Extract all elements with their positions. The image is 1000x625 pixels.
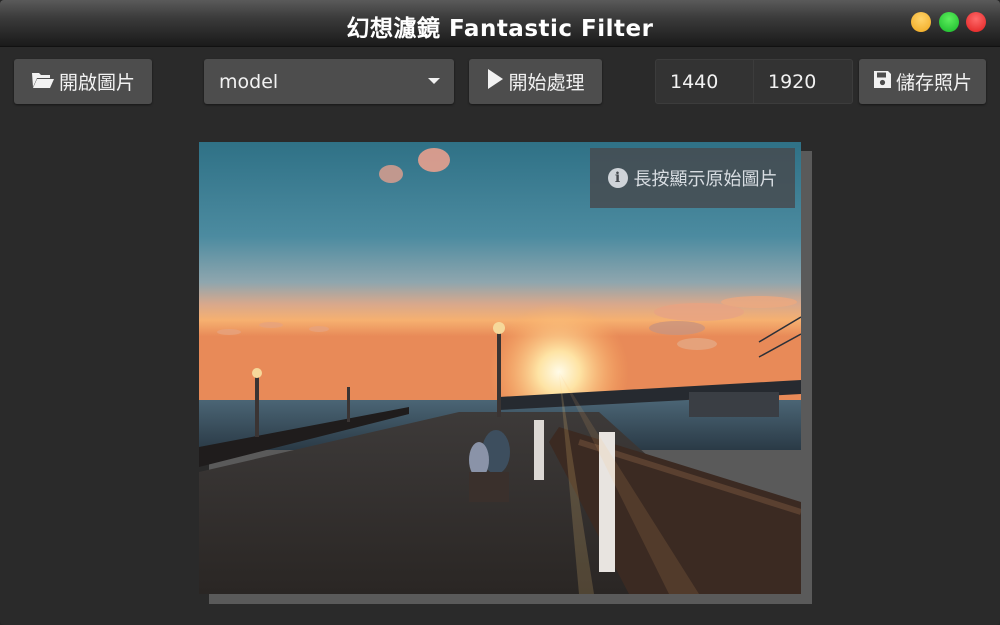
long-press-hint-text: 長按顯示原始圖片 bbox=[633, 169, 778, 190]
window-title: 幻想濾鏡 Fantastic Filter bbox=[346, 16, 654, 42]
height-value: 1920 bbox=[768, 70, 817, 93]
floppy-disk-icon bbox=[873, 70, 896, 94]
long-press-hint: i 長按顯示原始圖片 bbox=[590, 148, 795, 208]
save-photo-button[interactable]: 儲存照片 bbox=[859, 59, 986, 104]
width-input[interactable]: 1440 bbox=[655, 59, 754, 104]
open-image-button[interactable]: 開啟圖片 bbox=[14, 59, 152, 104]
folder-open-icon bbox=[31, 69, 59, 94]
app-window: 幻想濾鏡 Fantastic Filter 開啟圖片 model 開始處理 14… bbox=[0, 0, 1000, 625]
preview-image[interactable] bbox=[199, 142, 801, 594]
height-input[interactable]: 1920 bbox=[753, 59, 853, 104]
width-value: 1440 bbox=[670, 70, 719, 93]
title-bar[interactable]: 幻想濾鏡 Fantastic Filter bbox=[0, 0, 1000, 47]
play-icon bbox=[486, 68, 508, 95]
minimize-button[interactable] bbox=[911, 12, 931, 32]
chevron-down-icon bbox=[428, 78, 440, 84]
close-button[interactable] bbox=[966, 12, 986, 32]
model-select-value: model bbox=[219, 70, 279, 93]
maximize-button[interactable] bbox=[939, 12, 959, 32]
save-photo-label: 儲存照片 bbox=[895, 72, 972, 94]
info-icon: i bbox=[607, 168, 628, 188]
open-image-label: 開啟圖片 bbox=[58, 72, 135, 94]
model-select[interactable]: model bbox=[204, 59, 454, 104]
start-processing-label: 開始處理 bbox=[508, 72, 585, 94]
start-processing-button[interactable]: 開始處理 bbox=[469, 59, 602, 104]
